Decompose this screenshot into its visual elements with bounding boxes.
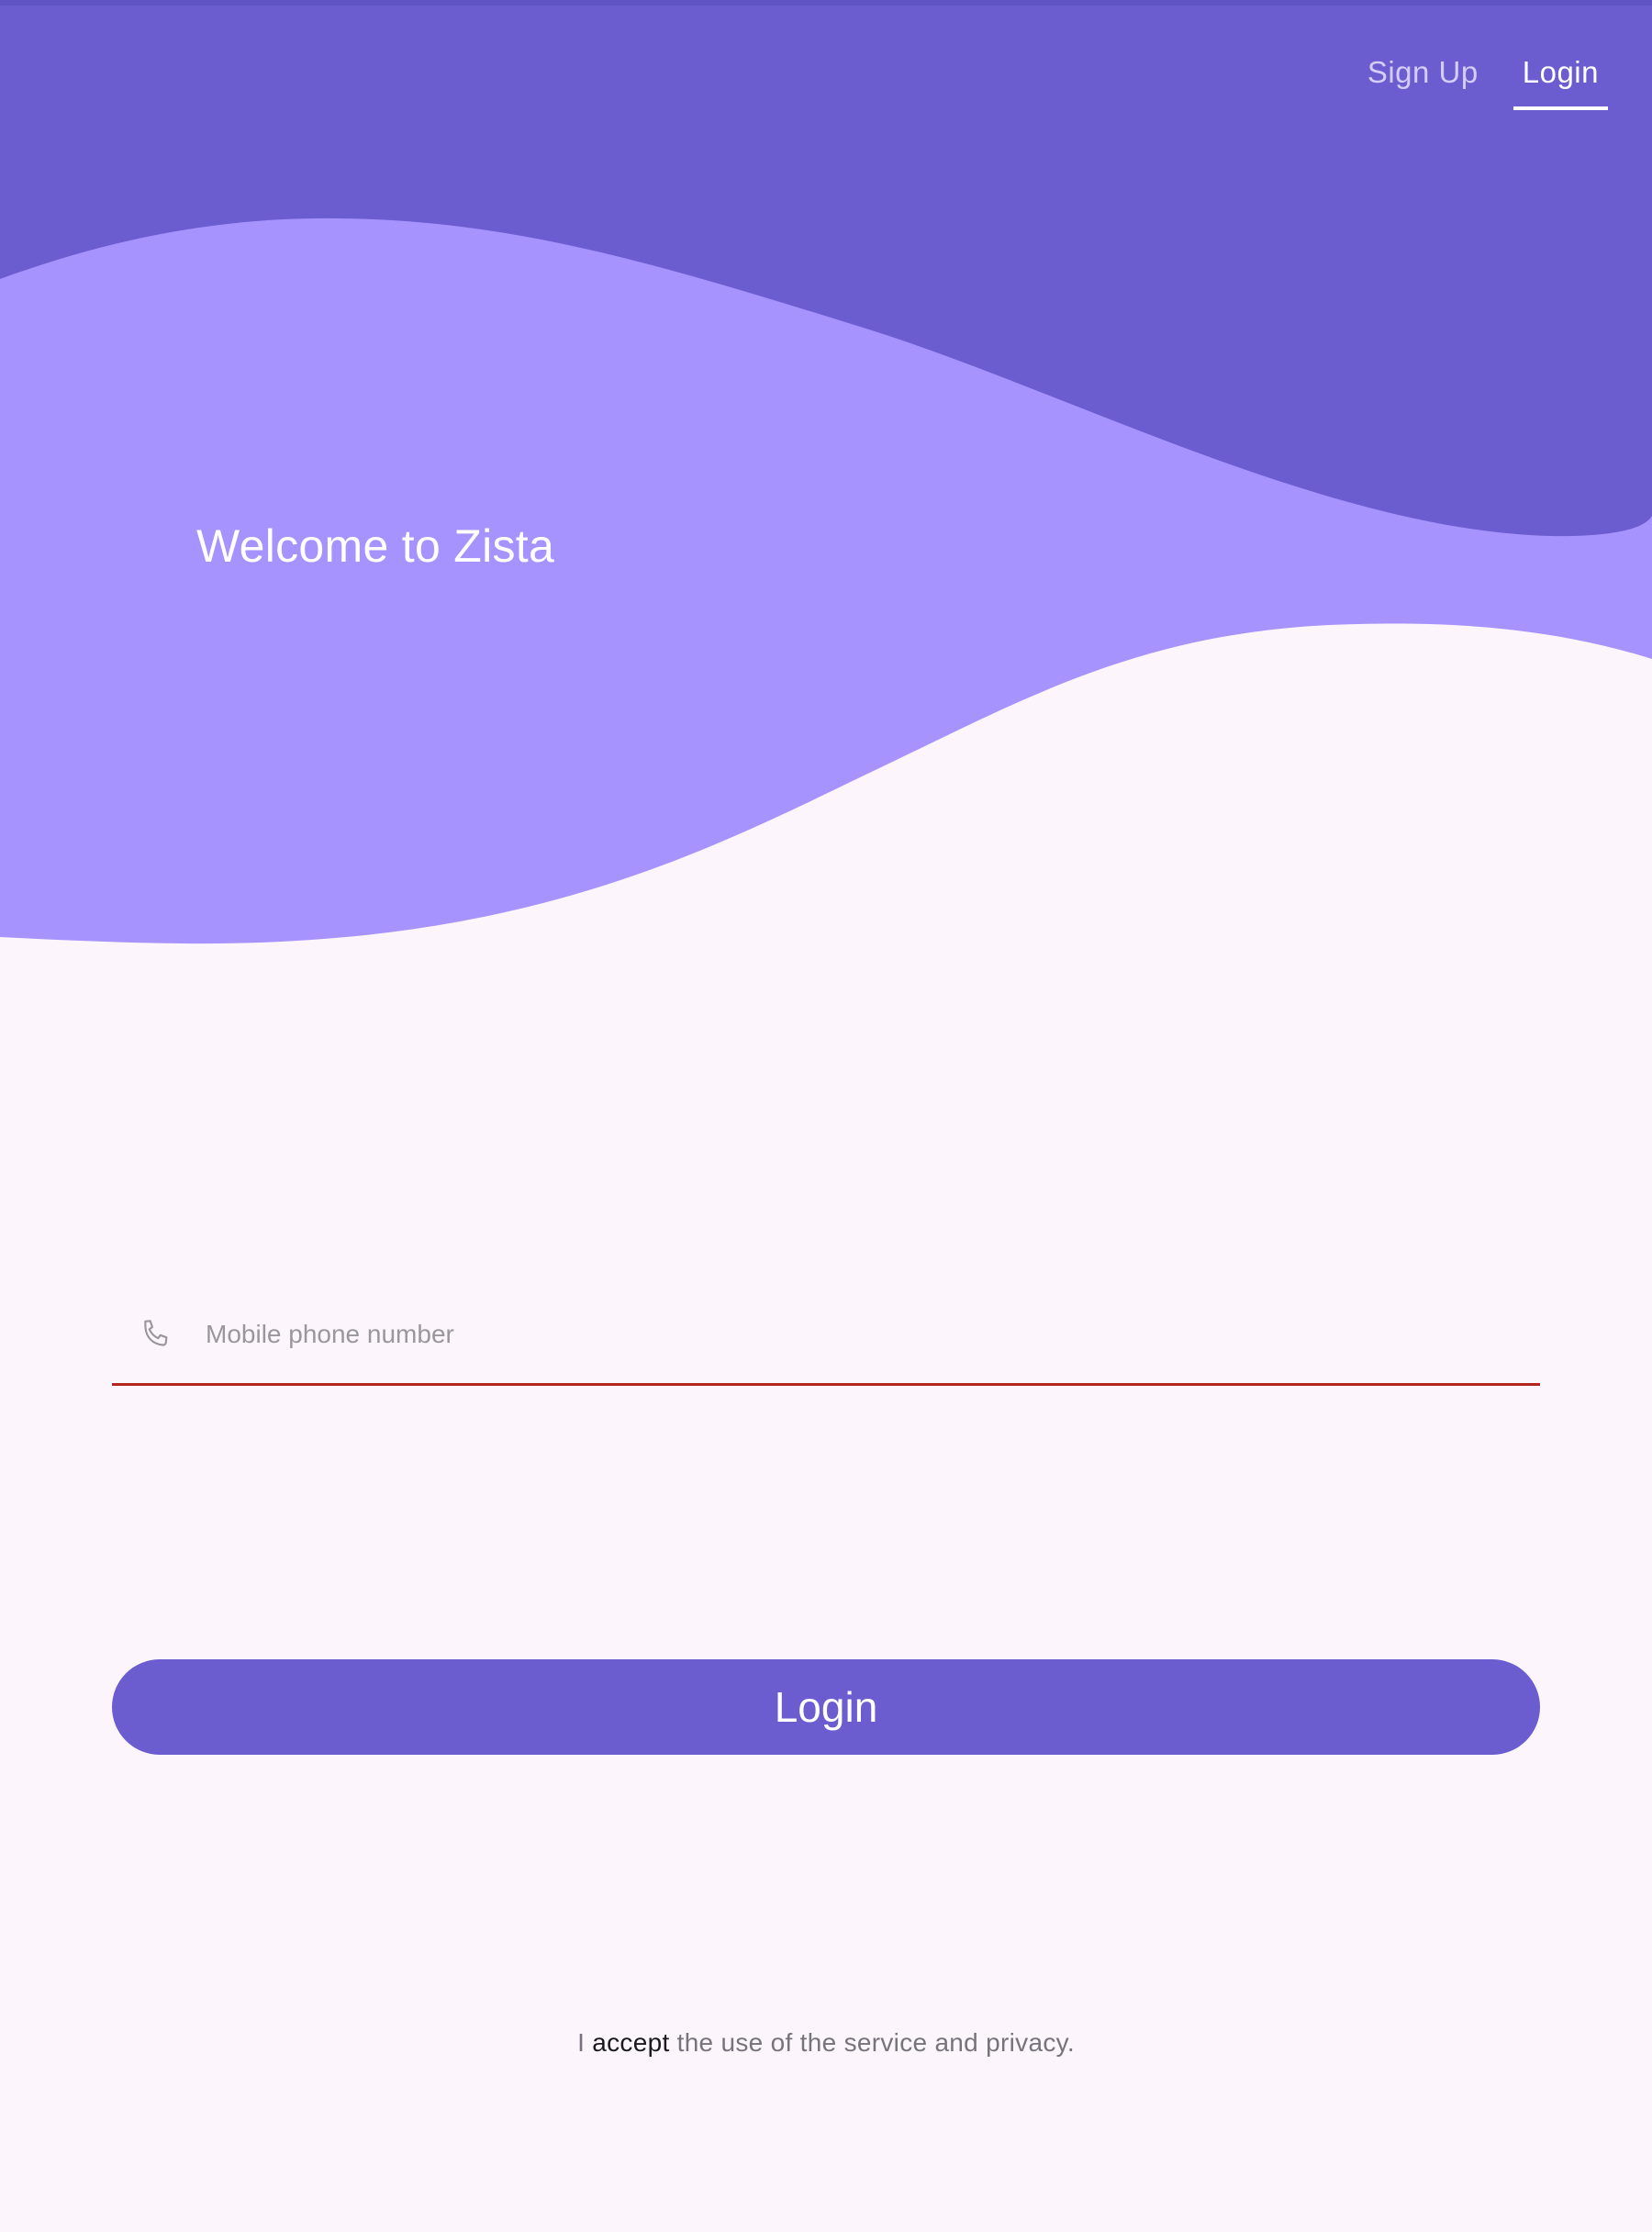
header-wave-background [0,0,1652,954]
terms-suffix: the use of the service and privacy. [669,2028,1075,2057]
terms-prefix: I [577,2028,593,2057]
tab-sign-up[interactable]: Sign Up [1358,46,1488,110]
accept-link[interactable]: accept [592,2028,669,2057]
welcome-title: Welcome to Zista [196,520,555,572]
auth-tabs: Sign Up Login [1358,46,1608,110]
tab-login[interactable]: Login [1512,46,1608,110]
phone-field[interactable] [112,1285,1540,1386]
phone-input[interactable] [206,1306,1540,1362]
terms-text: I accept the use of the service and priv… [0,2028,1652,2058]
login-button[interactable]: Login [112,1659,1540,1755]
phone-icon [136,1314,176,1355]
